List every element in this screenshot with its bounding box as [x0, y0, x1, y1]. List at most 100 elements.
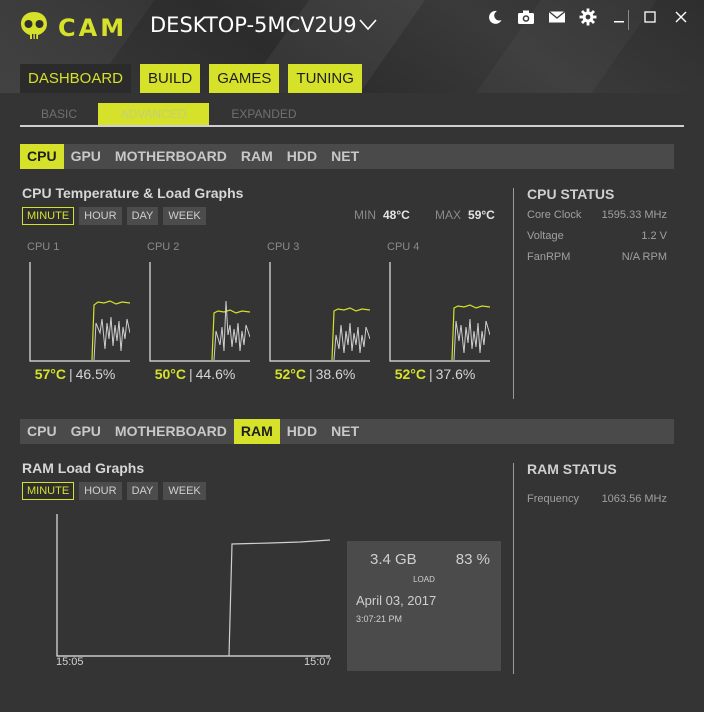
cpu-core-separator: | — [428, 366, 433, 382]
cpu-core-readout: 52°C | 37.6% — [380, 366, 490, 382]
ram-load-chart — [56, 514, 331, 657]
cpu-range-day-button[interactable]: DAY — [126, 207, 159, 225]
ram-panel-tabs: CPU GPU MOTHERBOARD RAM HDD NET — [20, 419, 674, 444]
cpu-core-label: CPU 1 — [27, 241, 60, 253]
cpu-panel-tab-net[interactable]: NET — [324, 144, 366, 169]
cpu-core-readout: 57°C | 46.5% — [20, 366, 130, 382]
status-label: Core Clock — [527, 209, 582, 221]
ram-panel-tab-cpu[interactable]: CPU — [20, 419, 64, 444]
minimize-icon[interactable] — [603, 8, 634, 32]
cam-mascot-icon — [18, 10, 50, 45]
cpu-panel-tab-motherboard[interactable]: MOTHERBOARD — [108, 144, 234, 169]
cpu-status-row: Core Clock 1595.33 MHz — [527, 209, 667, 221]
status-value: 1595.33 MHz — [601, 209, 667, 221]
ram-x-start-label: 15:05 — [56, 656, 84, 668]
ram-graphs-title: RAM Load Graphs — [22, 460, 145, 476]
status-label: FanRPM — [527, 251, 571, 263]
cpu-max-value: 59°C — [468, 208, 495, 222]
cpu-core-separator: | — [308, 366, 313, 382]
ram-used-value: 3.4 GB — [370, 551, 417, 568]
tab-expanded[interactable]: EXPANDED — [209, 103, 319, 125]
ram-range-day-button[interactable]: DAY — [126, 482, 159, 500]
main-nav: DASHBOARD BUILD GAMES TUNING — [20, 64, 371, 93]
cpu-range-hour-button[interactable]: HOUR — [79, 207, 122, 225]
cpu-core-graph: CPU 1 57°C | 46.5% — [20, 241, 130, 386]
cpu-core-separator: | — [188, 366, 193, 382]
cpu-core-separator: | — [68, 366, 73, 382]
cpu-core-label: CPU 2 — [147, 241, 180, 253]
cpu-min-temp: MIN 48°C — [354, 208, 410, 222]
ram-range-minute-button[interactable]: MINUTE — [22, 482, 75, 500]
mail-icon[interactable] — [541, 8, 572, 32]
gear-icon[interactable] — [572, 8, 603, 32]
ram-panel-tab-gpu[interactable]: GPU — [64, 419, 108, 444]
window-controls-divider — [628, 10, 629, 30]
cpu-status-divider — [513, 188, 514, 399]
cpu-max-label: MAX — [435, 208, 462, 222]
cpu-range-week-button[interactable]: WEEK — [163, 207, 206, 225]
cpu-core-label: CPU 3 — [267, 241, 300, 253]
cpu-core-readout: 50°C | 44.6% — [140, 366, 250, 382]
tab-games[interactable]: GAMES — [209, 64, 280, 93]
tab-basic[interactable]: BASIC — [20, 103, 98, 125]
ram-date: April 03, 2017 — [356, 593, 437, 608]
cpu-core-label: CPU 4 — [387, 241, 420, 253]
cpu-core-load: 46.5% — [75, 366, 116, 382]
view-mode-tabs: BASIC ADVANCED EXPANDED — [20, 103, 684, 127]
status-value: 1063.56 MHz — [601, 493, 667, 505]
close-icon[interactable] — [665, 8, 696, 32]
cpu-core-sparkline — [389, 262, 490, 362]
cpu-core-load: 44.6% — [195, 366, 236, 382]
cpu-status-title: CPU STATUS — [527, 186, 615, 202]
cpu-core-load: 38.6% — [315, 366, 356, 382]
cpu-range-buttons: MINUTE HOUR DAY WEEK — [22, 207, 211, 225]
cpu-status-row: FanRPM N/A RPM — [527, 251, 667, 263]
maximize-icon[interactable] — [634, 8, 665, 32]
status-value: 1.2 V — [641, 230, 667, 242]
ram-panel-tab-hdd[interactable]: HDD — [280, 419, 324, 444]
cpu-panel-tabs: CPU GPU MOTHERBOARD RAM HDD NET — [20, 144, 674, 169]
cpu-range-minute-button[interactable]: MINUTE — [22, 207, 75, 225]
ram-status-title: RAM STATUS — [527, 461, 617, 477]
cpu-core-sparkline — [149, 262, 250, 362]
ram-summary-card: 3.4 GB 83 % LOAD April 03, 2017 3:07:21 … — [347, 541, 501, 671]
camera-icon[interactable] — [510, 8, 541, 32]
cpu-core-temp: 52°C — [394, 366, 426, 382]
cpu-core-sparkline — [29, 262, 130, 362]
ram-status-row: Frequency 1063.56 MHz — [527, 493, 667, 505]
ram-panel-tab-ram[interactable]: RAM — [233, 419, 280, 444]
ram-panel-tab-net[interactable]: NET — [324, 419, 366, 444]
cpu-core-temp: 50°C — [154, 366, 186, 382]
cam-logo: CAM — [18, 10, 127, 45]
ram-range-hour-button[interactable]: HOUR — [79, 482, 122, 500]
logo-text: CAM — [58, 13, 128, 42]
ram-panel-tab-motherboard[interactable]: MOTHERBOARD — [108, 419, 234, 444]
device-selector[interactable]: DESKTOP-5MCV2U9 — [150, 13, 357, 37]
cpu-min-label: MIN — [354, 208, 376, 222]
tab-tuning[interactable]: TUNING — [288, 64, 362, 93]
cpu-core-readout: 52°C | 38.6% — [260, 366, 370, 382]
cpu-panel-tab-hdd[interactable]: HDD — [280, 144, 324, 169]
cpu-panel-tab-gpu[interactable]: GPU — [64, 144, 108, 169]
tab-advanced[interactable]: ADVANCED — [98, 103, 209, 125]
tab-build[interactable]: BUILD — [140, 64, 201, 93]
status-label: Frequency — [527, 493, 579, 505]
chevron-down-icon[interactable] — [358, 14, 378, 39]
moon-icon[interactable] — [479, 8, 510, 32]
cpu-core-graph: CPU 4 52°C | 37.6% — [380, 241, 490, 386]
cpu-panel-tab-cpu[interactable]: CPU — [20, 144, 64, 169]
cpu-status-row: Voltage 1.2 V — [527, 230, 667, 242]
ram-time: 3:07:21 PM — [356, 614, 403, 624]
tab-dashboard[interactable]: DASHBOARD — [20, 64, 132, 93]
cpu-core-temp: 57°C — [34, 366, 66, 382]
ram-x-end-label: 15:07 — [304, 656, 332, 668]
cpu-core-graph: CPU 2 50°C | 44.6% — [140, 241, 250, 386]
status-value: N/A RPM — [621, 251, 667, 263]
cpu-core-temp: 52°C — [274, 366, 306, 382]
ram-range-week-button[interactable]: WEEK — [163, 482, 206, 500]
cpu-min-value: 48°C — [383, 208, 410, 222]
cpu-panel-tab-ram[interactable]: RAM — [234, 144, 280, 169]
cpu-core-load: 37.6% — [435, 366, 476, 382]
window-controls — [479, 8, 696, 32]
ram-range-buttons: MINUTE HOUR DAY WEEK — [22, 482, 211, 500]
